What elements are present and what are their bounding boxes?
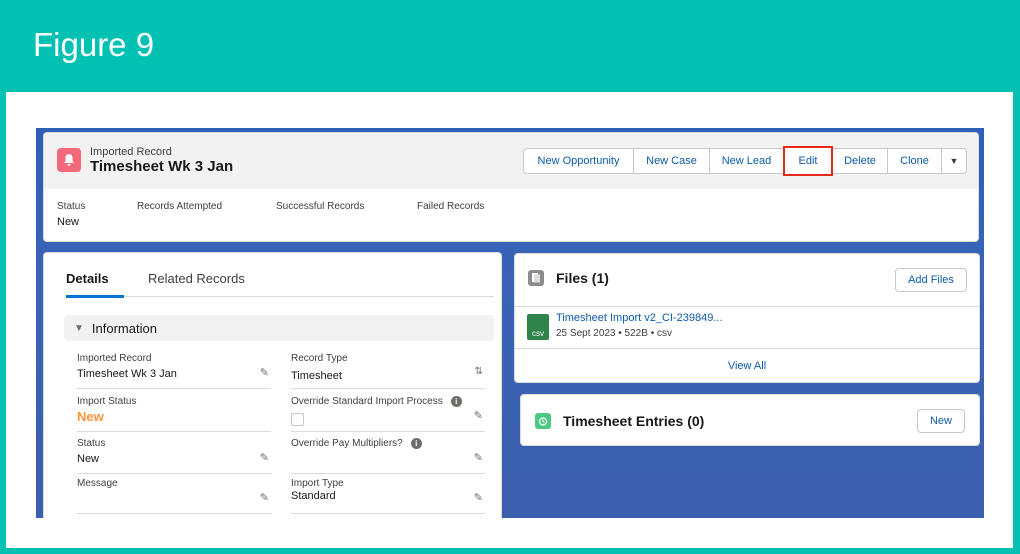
new-timesheet-entry-button[interactable]: New <box>917 409 965 433</box>
imported-record-icon <box>57 148 81 172</box>
field-import-status: Import Status New <box>77 392 271 432</box>
section-title: Information <box>91 320 157 336</box>
field-value: New <box>77 409 104 424</box>
action-button-group: New Opportunity New Case New Lead Edit D… <box>523 146 967 176</box>
chevron-down-icon: ▼ <box>949 156 959 166</box>
header-field-label: Records Attempted <box>137 201 223 212</box>
field-label: Record Type <box>291 353 348 364</box>
field-label: Message <box>77 478 118 489</box>
tab-details[interactable]: Details <box>66 271 109 286</box>
field-label: Override Pay Multipliers? i <box>291 438 422 449</box>
header-field-label: Status <box>57 201 86 212</box>
object-label: Imported Record <box>90 146 172 158</box>
details-card: Details Related Records ▼ Information Im… <box>43 252 502 518</box>
field-value: Timesheet <box>291 370 342 382</box>
pencil-icon[interactable]: ✎ <box>260 451 269 464</box>
divider <box>515 348 979 349</box>
file-row[interactable]: csv Timesheet Import v2_CI-239849... 25 … <box>527 312 967 348</box>
field-override-pay-multipliers: Override Pay Multipliers? i ✎ <box>291 434 485 474</box>
field-value: New <box>77 453 100 465</box>
divider <box>515 306 979 307</box>
active-tab-indicator <box>66 295 124 298</box>
timesheet-entries-title: Timesheet Entries (0) <box>563 413 705 429</box>
record-tabs: Details Related Records <box>66 271 494 298</box>
info-icon[interactable]: i <box>410 438 422 449</box>
add-files-button[interactable]: Add Files <box>895 268 967 292</box>
field-value: Standard <box>291 490 336 502</box>
header-field-value: New <box>57 216 80 228</box>
field-label: Override Standard Import Process i <box>291 396 462 407</box>
chevron-down-icon: ▼ <box>74 322 84 334</box>
field-record-type: Record Type Timesheet ⇅ <box>291 349 485 389</box>
files-card: Files (1) Add Files csv Timesheet Import… <box>514 253 980 383</box>
field-label: Imported Record <box>77 353 152 364</box>
header-field-label: Successful Records <box>276 201 365 212</box>
override-standard-checkbox[interactable] <box>291 413 304 426</box>
figure-title: Figure 9 <box>33 26 155 63</box>
file-icon <box>528 270 544 286</box>
timesheet-entries-card: Timesheet Entries (0) New <box>520 394 980 446</box>
delete-button[interactable]: Delete <box>832 148 888 174</box>
header-field-label: Failed Records <box>417 201 485 212</box>
field-label: Import Type <box>291 478 344 489</box>
new-lead-button[interactable]: New Lead <box>709 148 784 174</box>
pencil-icon[interactable]: ✎ <box>474 451 483 464</box>
field-label: Status <box>77 438 106 449</box>
file-name-link[interactable]: Timesheet Import v2_CI-239849... <box>556 312 723 324</box>
field-imported-record: Imported Record Timesheet Wk 3 Jan ✎ <box>77 349 271 389</box>
more-actions-dropdown[interactable]: ▼ <box>941 148 967 174</box>
csv-file-icon: csv <box>527 314 549 340</box>
field-override-standard-import: Override Standard Import Process i ✎ <box>291 392 485 432</box>
view-all-link[interactable]: View All <box>515 360 979 372</box>
record-title: Timesheet Wk 3 Jan <box>90 158 234 175</box>
edit-button[interactable]: Edit <box>783 146 833 176</box>
file-meta: 25 Sept 2023 • 522B • csv <box>556 328 672 339</box>
field-value: Timesheet Wk 3 Jan <box>77 368 177 380</box>
pencil-icon[interactable]: ✎ <box>474 491 483 504</box>
new-case-button[interactable]: New Case <box>633 148 710 174</box>
section-information[interactable]: ▼ Information <box>64 315 494 341</box>
tab-related-records[interactable]: Related Records <box>148 271 245 286</box>
field-message: Message ✎ <box>77 474 271 514</box>
info-icon[interactable]: i <box>450 396 462 407</box>
new-opportunity-button[interactable]: New Opportunity <box>523 148 634 174</box>
field-import-type: Import Type Standard ✎ <box>291 474 485 514</box>
files-title: Files (1) <box>556 270 609 286</box>
pencil-icon[interactable]: ✎ <box>474 409 483 422</box>
pencil-icon[interactable]: ✎ <box>260 491 269 504</box>
header-fields: Status New Records Attempted Successful … <box>57 201 537 228</box>
pencil-icon[interactable]: ✎ <box>260 366 269 379</box>
field-status: Status New ✎ <box>77 434 271 474</box>
timesheet-icon <box>535 413 551 429</box>
clone-button[interactable]: Clone <box>887 148 942 174</box>
app-background: Imported Record Timesheet Wk 3 Jan New O… <box>36 128 984 518</box>
field-label: Import Status <box>77 396 137 407</box>
record-header: Imported Record Timesheet Wk 3 Jan New O… <box>43 132 979 242</box>
change-record-type-icon[interactable]: ⇅ <box>475 366 483 377</box>
